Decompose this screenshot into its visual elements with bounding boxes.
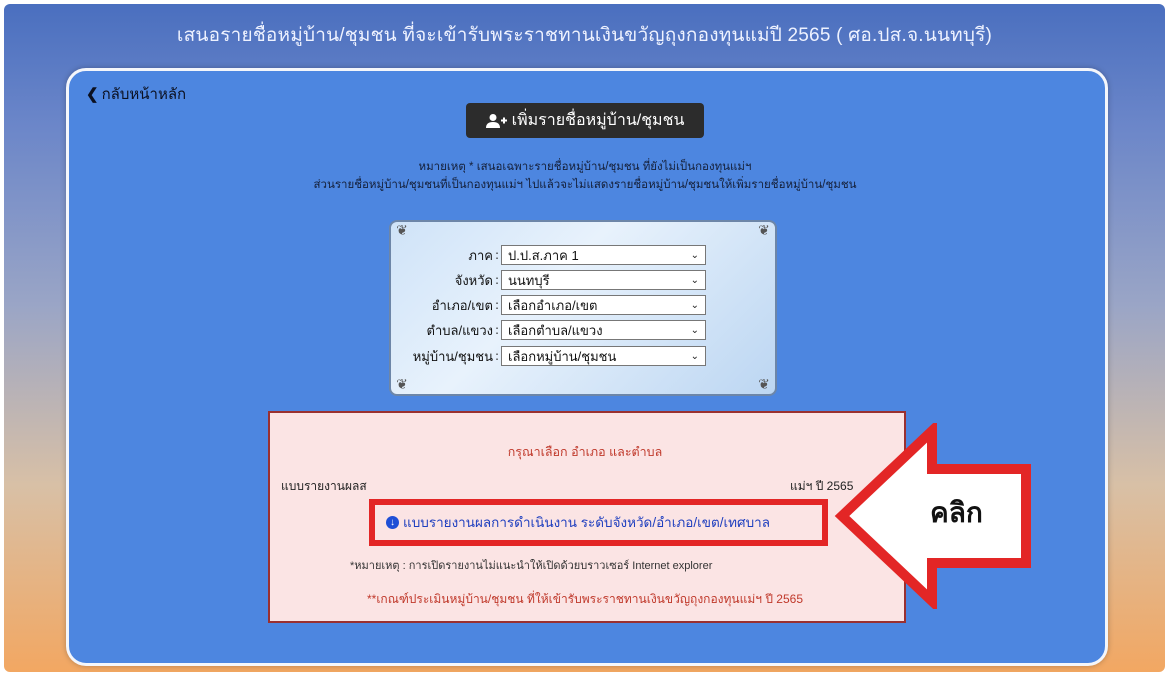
- district-select[interactable]: เลือกอำเภอ/เขต ⌄: [501, 295, 706, 315]
- province-row: จังหวัด: นนทบุรี ⌄: [391, 268, 775, 292]
- add-village-label: เพิ่มรายชื่อหมู่บ้าน/ชุมชน: [511, 112, 685, 129]
- report-line-left[interactable]: แบบรายงานผลส: [281, 477, 367, 496]
- criteria-link[interactable]: **เกณฑ์ประเมินหมู่บ้าน/ชุมชน ที่ให้เข้าร…: [268, 590, 902, 609]
- subdistrict-label: ตำบล/แขวง: [426, 322, 494, 338]
- district-row: อำเภอ/เขต: เลือกอำเภอ/เขต ⌄: [391, 293, 775, 317]
- village-label: หมู่บ้าน/ชุมชน: [412, 348, 493, 364]
- subdistrict-select[interactable]: เลือกตำบล/แขวง ⌄: [501, 320, 706, 340]
- subdistrict-value: เลือกตำบล/แขวง: [508, 322, 603, 338]
- region-row: ภาค: ป.ป.ส.ภาค 1 ⌄: [391, 243, 775, 267]
- village-select[interactable]: เลือกหมู่บ้าน/ชุมชน ⌄: [501, 346, 706, 366]
- select-district-prompt: กรุณาเลือก อำเภอ และตำบล: [507, 445, 663, 459]
- district-value: เลือกอำเภอ/เขต: [508, 297, 598, 313]
- chevron-left-icon: ❮: [86, 86, 99, 103]
- click-callout-text: คลิก: [930, 497, 983, 528]
- village-row: หมู่บ้าน/ชุมชน: เลือกหมู่บ้าน/ชุมชน ⌄: [391, 344, 775, 368]
- province-label: จังหวัด: [454, 272, 493, 288]
- region-select[interactable]: ป.ป.ส.ภาค 1 ⌄: [501, 245, 706, 265]
- region-label: ภาค: [468, 247, 493, 263]
- add-village-button[interactable]: เพิ่มรายชื่อหมู่บ้าน/ชุมชน: [466, 103, 704, 138]
- region-value: ป.ป.ส.ภาค 1: [508, 247, 579, 263]
- chevron-down-icon: ⌄: [690, 324, 699, 336]
- note-line-2: ส่วนรายชื่อหมู่บ้าน/ชุมชนที่เป็นกองทุนแม…: [313, 179, 857, 191]
- corner-ornament-icon: ❦: [396, 223, 408, 239]
- location-filter-form: ❦ ❦ ❦ ❦ ภาค: ป.ป.ส.ภาค 1 ⌄ จังหวัด: นนทบ…: [389, 220, 777, 396]
- corner-ornament-icon: ❦: [758, 377, 770, 393]
- province-select[interactable]: นนทบุรี ⌄: [501, 270, 706, 290]
- back-home-link[interactable]: ❮ กลับหน้าหลัก: [86, 82, 186, 106]
- click-highlight-box: [369, 499, 828, 546]
- corner-ornament-icon: ❦: [758, 223, 770, 239]
- chevron-down-icon: ⌄: [690, 299, 699, 311]
- chevron-down-icon: ⌄: [690, 350, 699, 362]
- page-title: เสนอรายชื่อหมู่บ้าน/ชุมชน ที่จะเข้ารับพร…: [176, 25, 993, 46]
- browser-note: *หมายเหตุ : การเปิดรายงานไม่แนะนำให้เปิด…: [350, 560, 713, 572]
- village-value: เลือกหมู่บ้าน/ชุมชน: [508, 348, 617, 364]
- user-plus-icon: [485, 113, 507, 128]
- back-home-label: กลับหน้าหลัก: [101, 86, 187, 103]
- subdistrict-row: ตำบล/แขวง: เลือกตำบล/แขวง ⌄: [391, 318, 775, 342]
- district-label: อำเภอ/เขต: [431, 297, 493, 313]
- note-line-1: หมายเหตุ * เสนอเฉพาะรายชื่อหมู่บ้าน/ชุมช…: [418, 161, 752, 173]
- chevron-down-icon: ⌄: [690, 249, 699, 261]
- province-value: นนทบุรี: [508, 272, 550, 288]
- chevron-down-icon: ⌄: [690, 274, 699, 286]
- corner-ornament-icon: ❦: [396, 377, 408, 393]
